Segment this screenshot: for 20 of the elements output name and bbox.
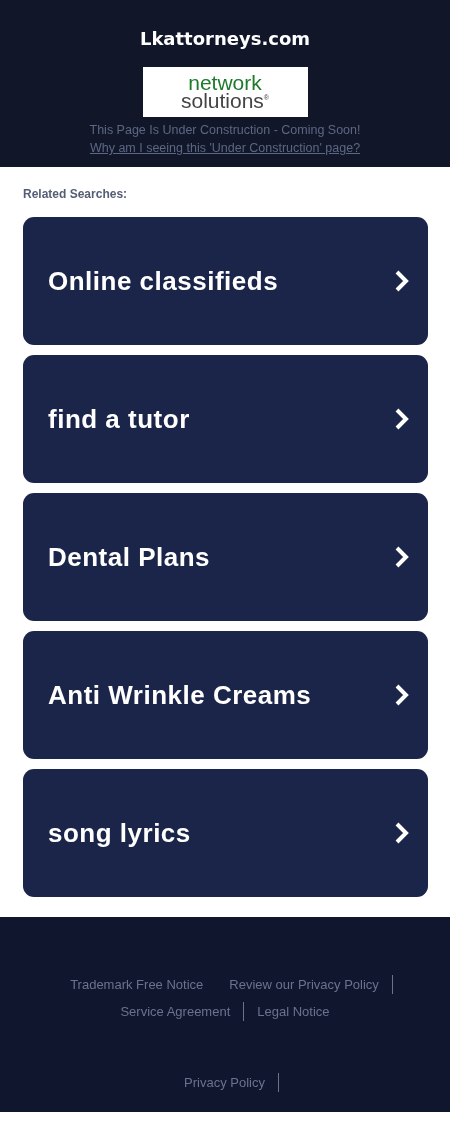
footer-link[interactable]: Review our Privacy Policy	[216, 975, 393, 994]
search-link[interactable]: song lyrics	[23, 769, 428, 897]
search-link[interactable]: Dental Plans	[23, 493, 428, 621]
footer-link[interactable]: Service Agreement	[107, 1002, 245, 1021]
section-heading: Related Searches:	[23, 187, 129, 201]
search-link[interactable]: find a tutor	[23, 355, 428, 483]
footer-link[interactable]: Legal Notice	[244, 1002, 343, 1021]
chevron-icon	[394, 545, 410, 569]
chevron-icon	[394, 683, 410, 707]
site-title: Lkattorneys.com	[139, 28, 311, 49]
chevron-icon	[394, 821, 410, 845]
chevron-icon	[394, 407, 410, 431]
logo-text: network	[188, 74, 262, 92]
footer-link[interactable]: Trademark Free Notice	[57, 975, 217, 994]
logo-text: solutions$^{®}$	[180, 92, 270, 110]
search-link[interactable]: Online classifieds	[23, 217, 428, 345]
chevron-icon	[394, 269, 410, 293]
notice-text: This Page Is Under Construction - Coming Soon!	[89, 123, 361, 137]
search-link[interactable]: Anti Wrinkle Creams	[23, 631, 428, 759]
footer-link[interactable]: Privacy Policy	[171, 1073, 279, 1092]
